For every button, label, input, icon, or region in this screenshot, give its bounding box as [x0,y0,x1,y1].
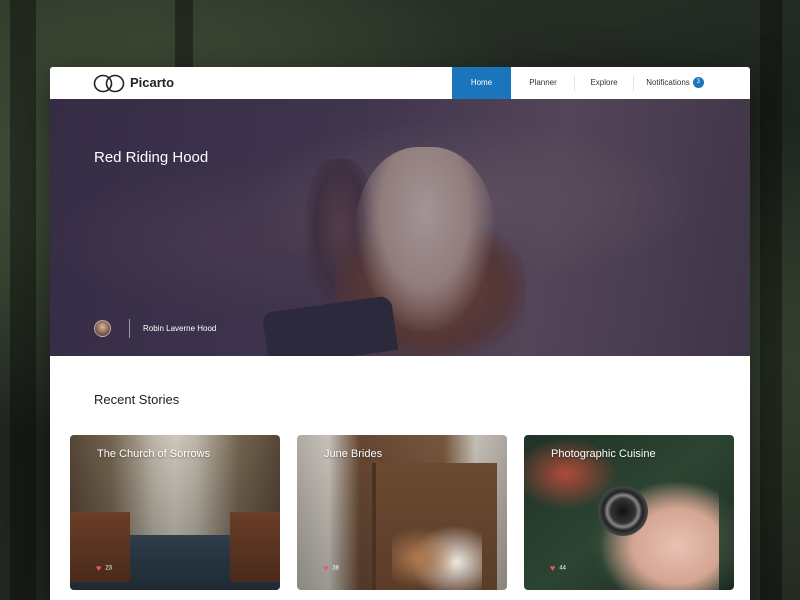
like-count: 44 [559,565,567,572]
heart-icon[interactable]: ♥ [96,563,101,573]
author-divider [129,319,130,338]
heart-icon[interactable]: ♥ [323,563,328,573]
story-card-likes[interactable]: ♥ 23 [96,563,112,573]
brand-name[interactable]: Picarto [130,75,174,90]
section-title-recent-stories: Recent Stories [94,392,180,407]
app-window: Picarto Home Planner Explore Notificatio… [50,67,750,600]
nav-item-notifications[interactable]: Notifications 3 [635,67,715,99]
heart-icon[interactable]: ♥ [550,563,555,573]
nav-item-planner[interactable]: Planner [512,67,574,99]
infinity-logo-icon[interactable] [93,74,127,93]
card-photo-couple [392,510,482,590]
hero-title[interactable]: Red Riding Hood [94,149,208,166]
story-card-likes[interactable]: ♥ 38 [323,563,339,573]
avatar-icon[interactable] [94,320,111,337]
top-navbar: Picarto Home Planner Explore Notificatio… [50,67,750,99]
story-card-likes[interactable]: ♥ 44 [550,563,566,573]
like-count: 23 [105,565,113,572]
nav-item-home[interactable]: Home [452,67,511,99]
hero-overlay [50,99,750,356]
nav-item-notifications-label: Notifications [646,78,690,87]
hero-banner[interactable]: Red Riding Hood Robin Laverne Hood [50,99,750,356]
story-card-title: The Church of Sorrows [97,448,211,460]
notification-badge: 3 [692,77,704,89]
nav-divider [633,76,634,91]
card-photo-pews [230,512,280,582]
story-card[interactable]: June Brides ♥ 38 [297,435,507,590]
background-tree [10,0,36,600]
like-count: 38 [332,565,340,572]
story-card-title: Photographic Cuisine [551,448,656,460]
story-card[interactable]: Photographic Cuisine ♥ 44 [524,435,734,590]
story-card[interactable]: The Church of Sorrows ♥ 23 [70,435,280,590]
story-card-title: June Brides [324,448,383,460]
nav-item-explore[interactable]: Explore [575,67,633,99]
author-name[interactable]: Robin Laverne Hood [143,324,216,333]
card-photo-lens [598,486,648,536]
background-tree [760,0,782,600]
